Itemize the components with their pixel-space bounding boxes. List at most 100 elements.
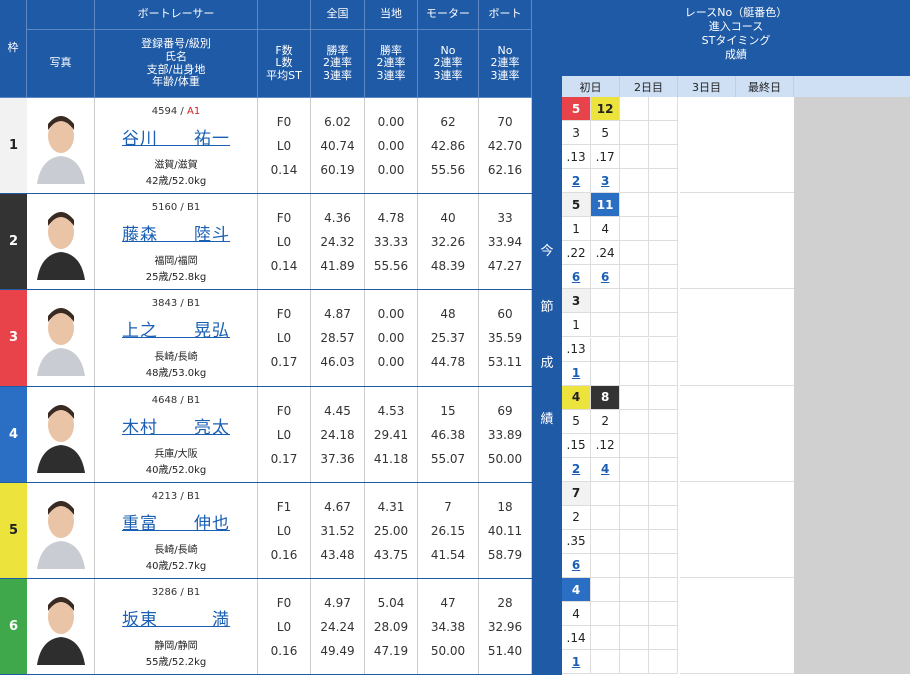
day-tab[interactable]: 2日目 bbox=[620, 76, 678, 97]
stat-value: 4.87 bbox=[324, 307, 351, 322]
rank-link[interactable]: 6 bbox=[601, 270, 609, 284]
empty-days bbox=[680, 97, 794, 194]
stat-value: 7 bbox=[444, 499, 452, 514]
boat-stats: 18 40.11 58.79 bbox=[479, 482, 532, 578]
stat-value: 6.02 bbox=[324, 115, 351, 129]
local-stats: 4.53 29.41 41.18 bbox=[365, 386, 418, 482]
stat-value: 41.89 bbox=[320, 259, 355, 274]
rank-link[interactable]: 1 bbox=[572, 655, 580, 669]
day-tab[interactable]: 最終日 bbox=[736, 76, 794, 97]
stat-value: 40.11 bbox=[487, 523, 523, 538]
racer-name-link[interactable]: 坂東 満 bbox=[122, 610, 230, 630]
racer-row: 3 3843 / B1 上之 晃弘 長崎/長崎 48歳/53.0kg F0 L0 0.17 4.… bbox=[0, 290, 532, 387]
stat-value: 46.38 bbox=[430, 427, 466, 442]
result-cell: 1 bbox=[562, 650, 592, 675]
result-cell bbox=[591, 289, 621, 314]
course: 2 bbox=[562, 505, 592, 530]
stat-value: 4.67 bbox=[324, 499, 351, 514]
race-no: 4 bbox=[562, 385, 592, 410]
stat-value: 34.38 bbox=[430, 620, 466, 634]
rank-link[interactable]: 6 bbox=[572, 558, 580, 572]
rank-link[interactable]: 6 bbox=[572, 270, 580, 284]
branch: 滋賀/滋賀 bbox=[154, 160, 198, 171]
course: 4 bbox=[562, 602, 592, 627]
result-cell bbox=[649, 553, 679, 578]
stat-value: F0 bbox=[276, 307, 292, 322]
stat-value: 58.79 bbox=[487, 547, 523, 562]
waku-number: 5 bbox=[0, 482, 27, 578]
rank-link[interactable]: 4 bbox=[601, 462, 609, 476]
stat-value: 41.54 bbox=[430, 547, 466, 562]
result-cell: 6 bbox=[562, 265, 592, 290]
waku-number: 2 bbox=[0, 194, 27, 290]
result-cell bbox=[649, 313, 679, 338]
konsetsu-char: 節 bbox=[540, 300, 554, 315]
result-cell bbox=[591, 626, 621, 651]
result-cell bbox=[649, 265, 679, 290]
rank-link[interactable]: 1 bbox=[572, 366, 580, 380]
stat-value: 25.37 bbox=[430, 331, 466, 346]
stat-value: 4.53 bbox=[377, 403, 405, 418]
fl-stats: F0 L0 0.17 bbox=[258, 386, 311, 482]
result-cell bbox=[649, 145, 679, 170]
racer-name-wrap: 木村 亮太 bbox=[95, 413, 257, 438]
race-no: 7 bbox=[562, 481, 592, 506]
stat-value: F0 bbox=[276, 596, 292, 610]
nation-stats: 4.97 24.24 49.49 bbox=[311, 579, 365, 675]
result-cell bbox=[649, 121, 679, 146]
stat-value: 32.96 bbox=[487, 620, 523, 634]
result-cell bbox=[620, 433, 650, 458]
stat-value: F0 bbox=[276, 115, 292, 129]
reg-number: 4594 bbox=[151, 106, 178, 117]
racer-info: 3843 / B1 上之 晃弘 長崎/長崎 48歳/53.0kg bbox=[95, 290, 258, 386]
result-cell bbox=[620, 313, 650, 338]
day-tab[interactable]: 初日 bbox=[562, 76, 620, 97]
stat-value: 50.00 bbox=[487, 451, 523, 466]
race-no: 4 bbox=[562, 578, 592, 603]
racer-info: 4648 / B1 木村 亮太 兵庫/大阪 40歳/52.0kg bbox=[95, 386, 258, 482]
stat-value: 24.18 bbox=[320, 427, 355, 442]
results-header: レースNo（艇番色） 進入コース STタイミング 成績 bbox=[562, 0, 910, 76]
local-stats: 0.00 0.00 0.00 bbox=[365, 290, 418, 386]
stat-value: 62 bbox=[440, 115, 456, 129]
race-no: 12 bbox=[591, 97, 621, 122]
rank-link[interactable]: 2 bbox=[572, 174, 580, 188]
racer-name-link[interactable]: 谷川 祐一 bbox=[122, 129, 230, 149]
racer-name-link[interactable]: 木村 亮太 bbox=[122, 418, 230, 438]
racer-name-link[interactable]: 重富 伸也 bbox=[122, 514, 230, 534]
stat-value: 28 bbox=[497, 596, 513, 610]
result-cell: 2 bbox=[562, 457, 592, 482]
racer-name-wrap: 坂東 満 bbox=[95, 605, 257, 630]
racer-name-wrap: 谷川 祐一 bbox=[95, 124, 257, 149]
result-cell bbox=[620, 121, 650, 146]
result-cell bbox=[620, 602, 650, 627]
class: B1 bbox=[186, 490, 201, 502]
boat-no-header: No 2連率 3連率 bbox=[479, 30, 532, 98]
result-cell bbox=[591, 650, 621, 675]
stat-value: L0 bbox=[276, 620, 292, 634]
stat-value: 46.03 bbox=[320, 355, 355, 370]
day-tab-blank bbox=[794, 76, 910, 97]
racer-row: 6 3286 / B1 坂東 満静岡/静岡 55歳/52.2kg F0 L0 0.16 4.9… bbox=[0, 579, 532, 675]
racer-name-link[interactable]: 上之 晃弘 bbox=[122, 321, 230, 341]
class: B1 bbox=[186, 202, 201, 214]
result-cell bbox=[649, 650, 679, 675]
race-no: 11 bbox=[591, 193, 621, 218]
stat-value: 51.40 bbox=[487, 644, 523, 658]
st-timing: .35 bbox=[562, 529, 592, 554]
motor-stats: 7 26.15 41.54 bbox=[418, 482, 479, 578]
stat-value: 4.97 bbox=[324, 596, 351, 610]
st-timing: .15 bbox=[562, 433, 592, 458]
boat-stats: 70 42.70 62.16 bbox=[479, 98, 532, 194]
rank-link[interactable]: 3 bbox=[601, 174, 609, 188]
reg-class: 5160 / B1 bbox=[151, 202, 201, 214]
motor-no-header: No 2連率 3連率 bbox=[418, 30, 479, 98]
motor-stats: 40 32.26 48.39 bbox=[418, 194, 479, 290]
stat-value: L0 bbox=[276, 523, 292, 538]
stat-value: 0.00 bbox=[377, 355, 405, 370]
rank-link[interactable]: 2 bbox=[572, 462, 580, 476]
day-tab[interactable]: 3日目 bbox=[678, 76, 736, 97]
empty-days bbox=[680, 289, 794, 386]
racer-name-link[interactable]: 藤森 陸斗 bbox=[122, 225, 230, 245]
stat-value: L0 bbox=[276, 139, 292, 153]
